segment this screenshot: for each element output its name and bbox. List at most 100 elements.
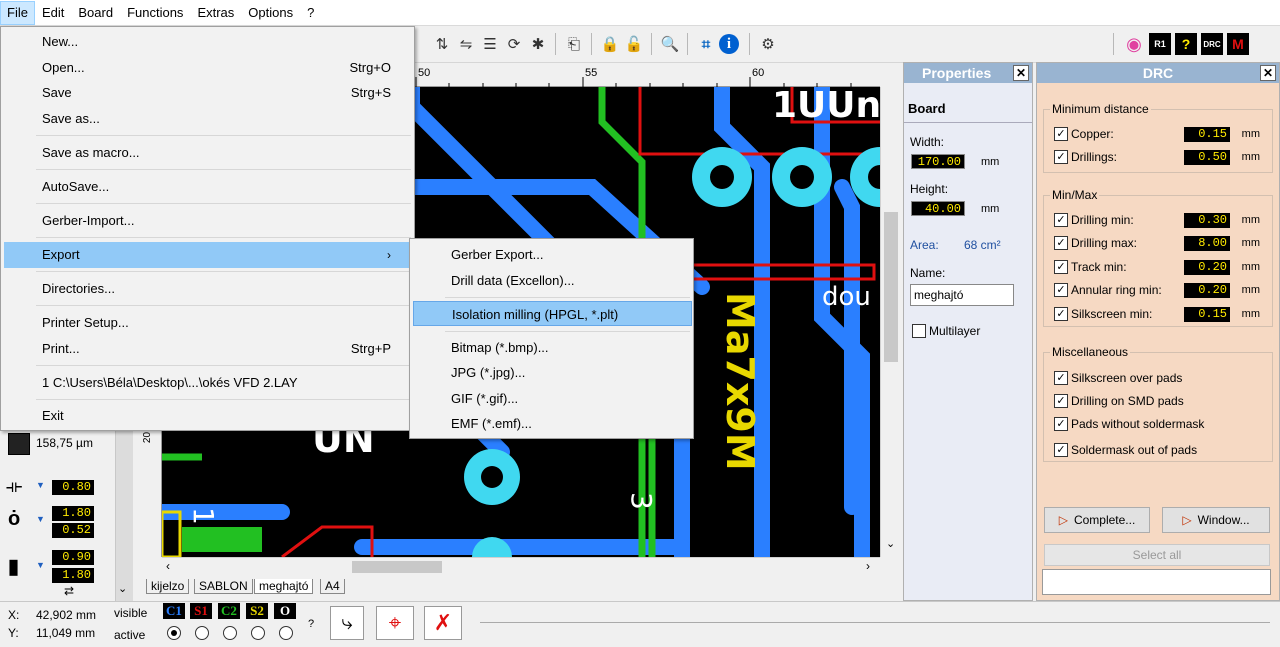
close-icon[interactable]: ✕ [1260,65,1276,81]
radio-c2[interactable] [223,626,237,640]
menu-help[interactable]: ? [300,1,321,25]
select-all-button[interactable]: Select all [1044,544,1270,566]
route-icon[interactable]: ⤷ [330,606,364,640]
submenu-jpg[interactable]: JPG (*.jpg)... [413,360,692,385]
track-min-checkbox[interactable]: ✓ [1054,260,1068,274]
close-icon[interactable]: ✕ [1013,65,1029,81]
menu-item-export[interactable]: Export › [4,242,411,268]
menu-extras[interactable]: Extras [190,1,241,25]
misc1-checkbox[interactable]: ✓ [1054,371,1068,385]
radio-s1[interactable] [195,626,209,640]
drill-max-checkbox[interactable]: ✓ [1054,236,1068,250]
copper-checkbox[interactable]: ✓ [1054,127,1068,141]
menu-item-printer-setup[interactable]: Printer Setup... [4,310,411,336]
vscroll-thumb[interactable] [884,212,898,362]
drc-results-box[interactable] [1042,569,1271,595]
menu-item-recent-1[interactable]: 1 C:\Users\Béla\Desktop\...\okés VFD 2.L… [4,370,411,396]
menu-file[interactable]: File [0,0,35,25]
hscroll-thumb[interactable] [352,561,442,573]
unlock-icon[interactable]: 🔓 [623,33,645,55]
layer-c1[interactable]: C1 [163,603,185,619]
multilayer-checkbox[interactable]: Multilayer [912,324,980,338]
silk-min-checkbox[interactable]: ✓ [1054,307,1068,321]
radio-s2[interactable] [251,626,265,640]
crop-icon[interactable]: ⌗ [695,33,717,55]
track-width-value[interactable]: 0.80 [52,480,94,495]
layer-s1[interactable]: S1 [190,603,212,619]
question-icon[interactable]: ? [1175,33,1197,55]
name-input[interactable]: meghajtó [910,284,1014,306]
tab-a4[interactable]: A4 [320,579,345,594]
dropdown-icon[interactable]: ▼ [36,560,45,570]
menu-item-save-as[interactable]: Save as... [4,106,411,132]
r1-icon[interactable]: R1 [1149,33,1171,55]
pad-icon[interactable]: ȯ [8,508,20,531]
copper-value[interactable]: 0.15 [1184,126,1230,142]
drc-icon[interactable]: DRC [1201,33,1223,55]
smd-width-value[interactable]: 0.90 [52,550,94,565]
info-icon[interactable]: i [719,34,739,54]
menu-edit[interactable]: Edit [35,1,71,25]
grid-icon[interactable] [8,433,30,455]
scroll-down-icon[interactable]: ⌄ [886,537,895,550]
layer-s2[interactable]: S2 [246,603,268,619]
submenu-isolation-milling[interactable]: Isolation milling (HPGL, *.plt) [413,301,692,326]
rotate-icon[interactable]: ⟳ [503,33,525,55]
pad-outer-value[interactable]: 1.80 [52,506,94,521]
group-icon[interactable]: ⎗ [563,33,585,55]
misc2-checkbox[interactable]: ✓ [1054,394,1068,408]
width-input[interactable]: 170.00 [911,154,965,169]
lock-icon[interactable]: 🔒 [599,33,621,55]
align-icon[interactable]: ☰ [479,33,501,55]
layer-c2[interactable]: C2 [218,603,240,619]
menu-item-open[interactable]: Open... Strg+O [4,55,411,81]
scroll-down-icon[interactable]: ⌄ [118,582,127,595]
smd-pad-icon[interactable]: ▮ [8,554,19,579]
drill-max-value[interactable]: 8.00 [1184,235,1230,251]
menu-item-save-macro[interactable]: Save as macro... [4,140,411,166]
menu-board[interactable]: Board [71,1,120,25]
submenu-bitmap[interactable]: Bitmap (*.bmp)... [413,335,692,360]
horizontal-scrollbar[interactable]: ‹ › [162,557,880,575]
crosshair-icon[interactable]: ⌖ [376,606,414,640]
ring-icon[interactable]: ◉ [1123,33,1145,55]
drill-min-value[interactable]: 0.30 [1184,212,1230,228]
menu-item-autosave[interactable]: AutoSave... [4,174,411,200]
menu-item-directories[interactable]: Directories... [4,276,411,302]
snap-icon[interactable]: ✱ [527,33,549,55]
radio-o[interactable] [279,626,293,640]
track-min-value[interactable]: 0.20 [1184,259,1230,275]
menu-item-save[interactable]: Save Strg+S [4,80,411,106]
tab-meghajto[interactable]: meghajtó [254,579,314,594]
menu-options[interactable]: Options [241,1,300,25]
silk-min-value[interactable]: 0.15 [1184,306,1230,322]
misc3-checkbox[interactable]: ✓ [1054,417,1068,431]
scroll-left-icon[interactable]: ‹ [166,559,170,573]
submenu-gerber-export[interactable]: Gerber Export... [413,242,692,267]
vertical-scrollbar[interactable]: ⌄ [880,87,900,557]
drill-min-checkbox[interactable]: ✓ [1054,213,1068,227]
zoom-icon[interactable]: 🔍 [659,33,681,55]
window-button[interactable]: ▷ Window... [1162,507,1270,533]
complete-button[interactable]: ▷ Complete... [1044,507,1150,533]
submenu-drill-data[interactable]: Drill data (Excellon)... [413,268,692,293]
track-width-icon[interactable]: ⟛ [6,476,22,497]
dropdown-icon[interactable]: ▼ [36,480,45,490]
submenu-emf[interactable]: EMF (*.emf)... [413,411,692,436]
submenu-gif[interactable]: GIF (*.gif)... [413,386,692,411]
menu-item-print[interactable]: Print... Strg+P [4,336,411,362]
misc4-checkbox[interactable]: ✓ [1054,443,1068,457]
menu-item-gerber-import[interactable]: Gerber-Import... [4,208,411,234]
layer-o[interactable]: O [274,603,296,619]
swap-icon[interactable]: ⇄ [64,584,74,598]
pad-inner-value[interactable]: 0.52 [52,523,94,538]
tab-sablon[interactable]: SABLON [194,579,253,594]
dropdown-icon[interactable]: ▼ [36,514,45,524]
annular-value[interactable]: 0.20 [1184,282,1230,298]
component-icon[interactable]: ⚙ [757,33,779,55]
radio-c1[interactable] [167,626,181,640]
height-input[interactable]: 40.00 [911,201,965,216]
mirror-icon[interactable]: ⇋ [455,33,477,55]
drillings-value[interactable]: 0.50 [1184,149,1230,165]
drillings-checkbox[interactable]: ✓ [1054,150,1068,164]
